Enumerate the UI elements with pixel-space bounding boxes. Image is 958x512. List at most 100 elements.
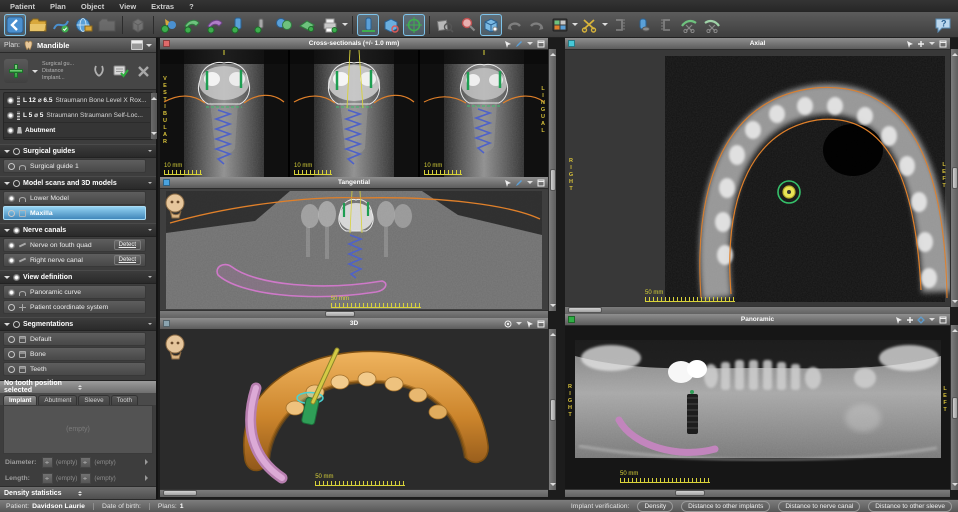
guide-edit-button[interactable] <box>204 14 226 36</box>
cross-slice-2[interactable]: 10 mm <box>290 50 418 178</box>
visibility-radio-icon[interactable] <box>8 210 15 217</box>
guide-design-button[interactable] <box>181 14 203 36</box>
crosshair-button[interactable] <box>403 14 425 36</box>
cube-inspect-button[interactable] <box>380 14 402 36</box>
layout-dropdown-icon[interactable] <box>572 14 578 36</box>
visibility-eye-icon[interactable] <box>8 257 15 264</box>
pointer-icon[interactable] <box>504 40 512 48</box>
model-cut-button[interactable] <box>678 14 700 36</box>
caret-down-icon[interactable] <box>526 40 534 48</box>
caret-down-icon[interactable] <box>928 316 936 324</box>
cross-slice-1[interactable]: VESTIBULAR 10 mm <box>160 50 288 178</box>
back-button[interactable] <box>4 14 26 36</box>
undo-button[interactable] <box>503 14 525 36</box>
cut-button[interactable] <box>579 14 601 36</box>
length-min-stepper[interactable] <box>42 473 53 484</box>
tangential-image[interactable]: 50 mm <box>160 189 548 312</box>
density-statistics-bar[interactable]: Density statistics <box>0 486 156 499</box>
cross-sectional-view[interactable]: Cross-sectionals (+/- 1.0 mm) <box>160 38 548 177</box>
panoramic-view[interactable]: Panoramic <box>565 314 950 497</box>
delete-plan-icon[interactable] <box>134 62 152 80</box>
sidebar-item-surgical-guide-1[interactable]: Surgical guide 1 <box>3 159 146 173</box>
sidebar-item-lower-model[interactable]: Lower Model <box>3 191 146 205</box>
forceps-tool-icon[interactable] <box>90 62 108 80</box>
visibility-radio-icon[interactable] <box>8 351 15 358</box>
menu-patient[interactable]: Patient <box>10 2 35 11</box>
left-column-scrollbar-top[interactable] <box>548 49 556 311</box>
layout-button[interactable] <box>549 14 571 36</box>
sleeve-step-button[interactable] <box>273 14 295 36</box>
add-implant-button[interactable] <box>4 59 28 83</box>
sidebar-item-patient-coordinate-system[interactable]: Patient coordinate system <box>3 300 146 314</box>
model-cut2-button[interactable] <box>701 14 723 36</box>
diameter-min-stepper[interactable] <box>42 457 53 468</box>
collapse-caret-icon[interactable] <box>4 182 10 188</box>
implant-row[interactable]: L 5 ⌀ 5 Straumann Straumann Self-Loc... <box>4 108 150 123</box>
axial-view[interactable]: Axial <box>565 38 950 314</box>
slice-measure-button[interactable] <box>434 14 456 36</box>
pin-section-icon[interactable] <box>148 228 152 233</box>
menu-plan[interactable]: Plan <box>50 2 66 11</box>
pointer-icon[interactable] <box>895 316 903 324</box>
pen-icon[interactable] <box>515 179 523 187</box>
cross-slice-3[interactable]: LINGUAL 10 mm <box>420 50 548 178</box>
steps-dropdown-icon[interactable] <box>342 14 348 36</box>
pen-icon[interactable] <box>515 40 523 48</box>
sidebar-item-panoramic-curve[interactable]: Panoramic curve <box>3 285 146 299</box>
plan-list-icon[interactable] <box>131 40 143 50</box>
redo-button[interactable] <box>526 14 548 36</box>
plan-dropdown-icon[interactable] <box>146 44 152 50</box>
plus-icon[interactable] <box>906 316 914 324</box>
eye-icon[interactable] <box>504 320 512 328</box>
caret-down-icon[interactable] <box>515 320 523 328</box>
left-column-scrollbar-bottom[interactable] <box>548 329 556 490</box>
axial-hscrollbar[interactable] <box>565 306 950 314</box>
export-globe-button[interactable] <box>73 14 95 36</box>
caret-down-icon[interactable] <box>526 179 534 187</box>
detect-button[interactable]: Detect <box>114 255 141 265</box>
print-protocol-button[interactable] <box>319 14 341 36</box>
visibility-radio-icon[interactable] <box>8 163 15 170</box>
sidebar-item-nerve-fourth-quad[interactable]: Nerve on fouth quad Detect <box>3 238 146 252</box>
3d-cube-button[interactable] <box>480 14 502 36</box>
pin-section-icon[interactable] <box>148 149 152 154</box>
implant-row[interactable]: Abutment <box>4 123 150 138</box>
pin-section-icon[interactable] <box>148 275 152 280</box>
visibility-eye-icon[interactable] <box>8 242 15 249</box>
maximize-icon[interactable] <box>537 320 545 328</box>
visibility-radio-icon[interactable] <box>8 366 15 373</box>
length-max-stepper[interactable] <box>80 473 91 484</box>
three-d-hscrollbar[interactable] <box>160 489 548 497</box>
section-header[interactable]: Model scans and 3D models <box>0 176 156 190</box>
pin-section-icon[interactable] <box>148 181 152 186</box>
visibility-eye-icon[interactable] <box>8 195 15 202</box>
add-implant-wizard-button[interactable] <box>158 14 180 36</box>
pointer-icon[interactable] <box>504 179 512 187</box>
menu-help[interactable]: ? <box>189 2 194 11</box>
zoom-button[interactable] <box>457 14 479 36</box>
maximize-icon[interactable] <box>537 40 545 48</box>
panoramic-image[interactable]: RIGHT LEFT 50 mm <box>565 326 950 491</box>
sidebar-item-segmentation-default[interactable]: Default <box>3 332 146 346</box>
right-column-scrollbar-top[interactable] <box>950 49 958 307</box>
panoramic-hscrollbar[interactable] <box>565 489 950 497</box>
tab-abutment[interactable]: Abutment <box>38 395 77 405</box>
visibility-radio-icon[interactable] <box>8 336 15 343</box>
section-header[interactable]: Nerve canals <box>0 223 156 237</box>
maximize-icon[interactable] <box>939 316 947 324</box>
implant-list-scrollbar[interactable] <box>150 93 157 139</box>
implant-align-button[interactable] <box>357 14 379 36</box>
axial-image[interactable]: RIGHT LEFT 50 mm <box>565 50 950 308</box>
tab-tooth[interactable]: Tooth <box>111 395 138 405</box>
collapse-caret-icon[interactable] <box>4 276 10 282</box>
collapse-caret-icon[interactable] <box>4 323 10 329</box>
gear-icon[interactable] <box>917 316 925 324</box>
cut-dropdown-icon[interactable] <box>602 14 608 36</box>
diameter-next-icon[interactable] <box>145 459 151 465</box>
plus-icon[interactable] <box>917 40 925 48</box>
visibility-eye-icon[interactable] <box>7 112 14 119</box>
mirror-tool2-button[interactable] <box>655 14 677 36</box>
sidebar-item-segmentation-bone[interactable]: Bone <box>3 347 146 361</box>
collapse-caret-icon[interactable] <box>4 150 10 156</box>
implant-step-button[interactable] <box>227 14 249 36</box>
